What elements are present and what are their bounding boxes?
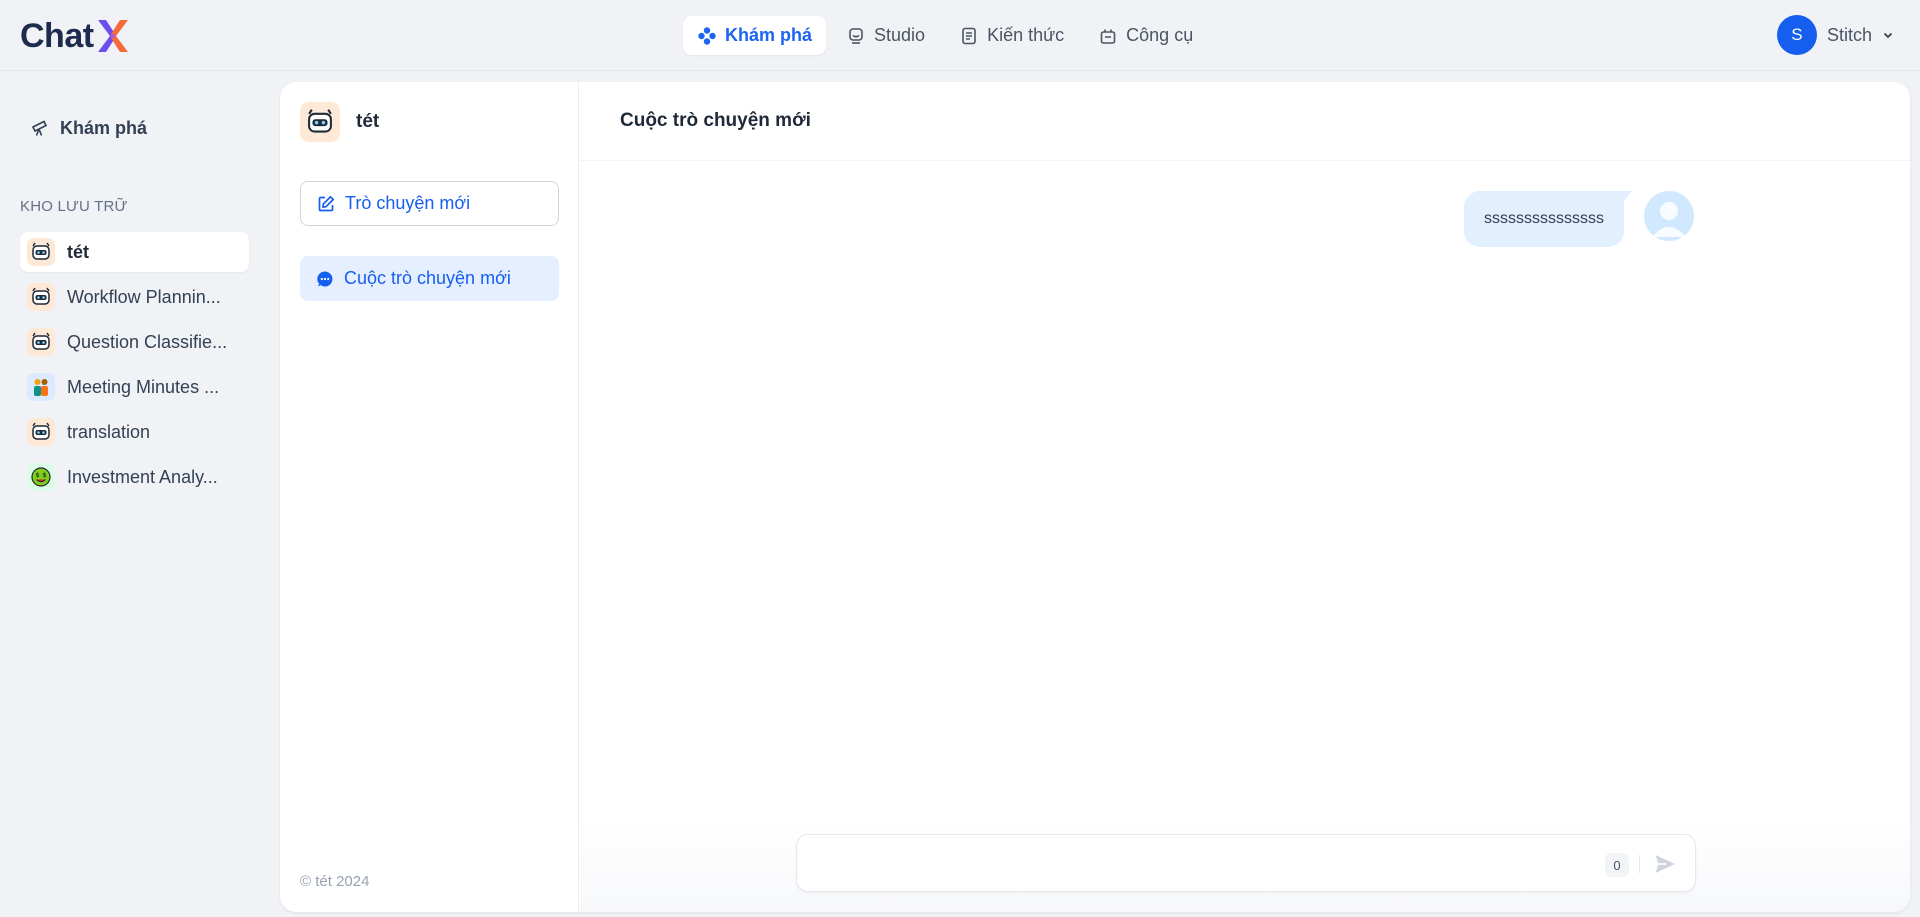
sidebar-item-workflow-planning[interactable]: Workflow Plannin... bbox=[20, 277, 249, 317]
robot-avatar-icon bbox=[27, 418, 55, 446]
sidebar-item-meeting-minutes[interactable]: Meeting Minutes ... bbox=[20, 367, 249, 407]
conversation-item[interactable]: Cuộc trò chuyện mới bbox=[300, 256, 559, 301]
conversation-panel: tét Trò chuyện mới Cuộc trò chuyện mới ©… bbox=[280, 82, 579, 912]
robot-avatar-icon bbox=[300, 102, 340, 142]
toolbox-icon bbox=[1100, 29, 1116, 44]
new-chat-label: Trò chuyện mới bbox=[345, 193, 471, 213]
main-nav: Khám phá Studio Kiến thức Công cụ bbox=[683, 16, 1207, 55]
explore-icon bbox=[698, 26, 716, 45]
logo-text: Chat bbox=[20, 16, 94, 55]
chevron-down-icon bbox=[1883, 32, 1893, 39]
sidebar-item-investment-analysis[interactable]: $ $ Investment Analy... bbox=[20, 457, 249, 497]
user-message-bubble: sssssssssssssss bbox=[1464, 191, 1632, 247]
new-chat-button[interactable]: Trò chuyện mới bbox=[300, 181, 559, 226]
nav-tab-tools[interactable]: Công cụ bbox=[1084, 16, 1207, 55]
nav-tab-label: Kiến thức bbox=[987, 25, 1065, 45]
sidebar-item-tet[interactable]: tét bbox=[20, 232, 249, 272]
robot-avatar-icon bbox=[27, 238, 55, 266]
nav-tab-label: Khám phá bbox=[725, 25, 813, 45]
user-menu[interactable]: S Stitch bbox=[1776, 15, 1894, 55]
conversation-item-label: Cuộc trò chuyện mới bbox=[344, 268, 511, 288]
nav-tab-explore[interactable]: Khám phá bbox=[683, 16, 827, 55]
user-message-row: sssssssssssssss bbox=[1464, 191, 1694, 247]
chat-composer: 0 bbox=[796, 834, 1696, 892]
sidebar-item-label: Workflow Plannin... bbox=[67, 286, 221, 307]
app-title: tét bbox=[356, 111, 380, 132]
sidebar-section-title: KHO LƯU TRỮ bbox=[20, 198, 128, 215]
sidebar-item-translation[interactable]: translation bbox=[20, 412, 249, 452]
edit-icon bbox=[318, 195, 335, 211]
sidebar: Khám phá KHO LƯU TRỮ tét Workflow Planni… bbox=[0, 72, 280, 917]
telescope-icon bbox=[31, 120, 48, 136]
chat-title: Cuộc trò chuyện mới bbox=[580, 82, 1910, 161]
send-icon bbox=[1655, 855, 1675, 873]
sidebar-item-label: Meeting Minutes ... bbox=[67, 376, 220, 397]
logo[interactable]: Chat bbox=[20, 14, 131, 58]
svg-text:$: $ bbox=[42, 472, 46, 479]
sidebar-explore-label: Khám phá bbox=[60, 117, 148, 138]
robot-avatar-icon bbox=[27, 283, 55, 311]
char-count-badge: 0 bbox=[1605, 853, 1629, 877]
nav-tab-knowledge[interactable]: Kiến thức bbox=[945, 16, 1078, 55]
user-avatar-icon bbox=[1644, 191, 1694, 241]
top-bar: Chat Khám phá Studio Kiến thức Công cụ S… bbox=[0, 0, 1920, 71]
chat-input[interactable] bbox=[813, 849, 1573, 879]
send-button[interactable] bbox=[1649, 849, 1681, 879]
user-name: Stitch bbox=[1826, 24, 1872, 45]
app-header: tét bbox=[300, 102, 379, 142]
composer-divider bbox=[1639, 855, 1640, 873]
copyright-text: © tét 2024 bbox=[300, 873, 370, 890]
logo-x-mark-icon bbox=[97, 20, 128, 52]
svg-text:$: $ bbox=[35, 472, 39, 479]
chat-area: Cuộc trò chuyện mới sssssssssssssss bbox=[580, 82, 1910, 912]
nav-tab-studio[interactable]: Studio bbox=[832, 16, 939, 55]
sidebar-item-label: tét bbox=[67, 241, 89, 262]
main-panel: tét Trò chuyện mới Cuộc trò chuyện mới ©… bbox=[280, 82, 1910, 912]
people-avatar-icon bbox=[27, 373, 55, 401]
robot-avatar-icon bbox=[27, 328, 55, 356]
nav-tab-label: Studio bbox=[874, 25, 926, 45]
chat-bubble-icon bbox=[317, 270, 333, 286]
nav-tab-label: Công cụ bbox=[1126, 25, 1194, 45]
sidebar-app-list: tét Workflow Plannin... Question Classif… bbox=[20, 232, 249, 502]
sidebar-explore-link[interactable]: Khám phá bbox=[20, 106, 248, 150]
user-avatar-initial: S bbox=[1776, 15, 1817, 55]
sidebar-item-question-classifier[interactable]: Question Classifie... bbox=[20, 322, 249, 362]
sidebar-item-label: Question Classifie... bbox=[67, 331, 228, 352]
sidebar-item-label: translation bbox=[67, 421, 151, 442]
book-icon bbox=[962, 27, 976, 44]
money-face-avatar-icon: $ $ bbox=[27, 463, 55, 491]
robot-icon bbox=[849, 27, 863, 44]
sidebar-item-label: Investment Analy... bbox=[67, 466, 218, 487]
